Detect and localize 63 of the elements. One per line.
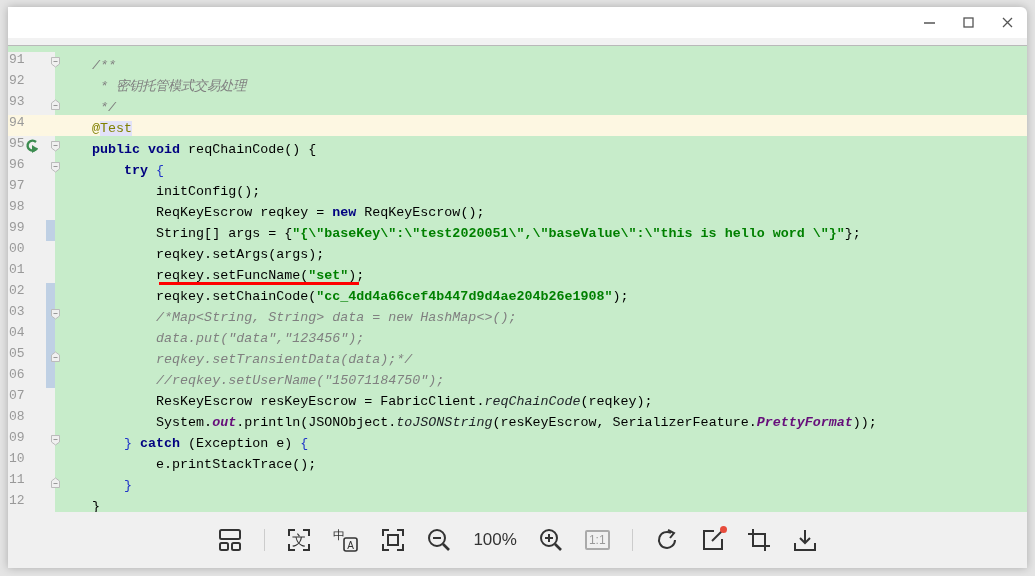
fold-marker[interactable] xyxy=(51,141,60,152)
code-line: /*Map<String, String> data = new HashMap<>(); xyxy=(156,309,517,327)
fold-marker[interactable] xyxy=(51,351,60,362)
code-line: } xyxy=(124,477,133,495)
fold-marker[interactable] xyxy=(51,57,60,68)
crop-icon[interactable] xyxy=(746,528,771,552)
fold-marker[interactable] xyxy=(51,435,60,446)
fit-screen-icon[interactable] xyxy=(381,528,406,552)
code-line: /** xyxy=(92,57,117,75)
code-line: String[] args = {"{\"baseKey\":\"test2020051\",\"baseValue\":\"this is hello word \"}"}; xyxy=(156,225,861,243)
close-icon[interactable] xyxy=(1002,17,1013,28)
code-line: try { xyxy=(124,162,165,180)
code-line: } catch (Exception e) { xyxy=(124,435,309,453)
fold-marker[interactable] xyxy=(51,162,60,173)
code-line: ResKeyEscrow resKeyEscrow = FabricClient.reqChainCode(reqkey); xyxy=(156,393,653,411)
fold-marker[interactable] xyxy=(51,477,60,488)
download-icon[interactable] xyxy=(792,528,817,552)
line-number: 10 xyxy=(9,451,25,466)
code-line: */ xyxy=(100,99,117,117)
edit-icon[interactable] xyxy=(700,528,725,552)
code-line: ReqKeyEscrow reqkey = new ReqKeyEscrow(); xyxy=(156,204,485,222)
line-number: 94 xyxy=(9,115,25,130)
line-number: 08 xyxy=(9,409,25,424)
zoom-level: 100% xyxy=(473,530,517,550)
line-number: 96 xyxy=(9,157,25,172)
line-number: 12 xyxy=(9,493,25,508)
line-number: 95 xyxy=(9,136,25,151)
code-line: initConfig(); xyxy=(156,183,261,201)
code-line: reqkey.setFuncName("set"); xyxy=(156,267,365,286)
code-line: * 密钥托管模式交易处理 xyxy=(100,78,247,96)
line-number: 09 xyxy=(9,430,25,445)
line-number: 91 xyxy=(9,52,25,67)
line-number: 03 xyxy=(9,304,25,319)
code-line: e.printStackTrace(); xyxy=(156,456,317,474)
line-number: 04 xyxy=(9,325,25,340)
line-number: 02 xyxy=(9,283,25,298)
code-line: //reqkey.setUserName("15071184750"); xyxy=(156,372,445,390)
line-number: 92 xyxy=(9,73,25,88)
code-line: data.put("data","123456"); xyxy=(156,330,365,348)
maximize-icon[interactable] xyxy=(963,17,974,28)
code-line: System.out.println(JSONObject.toJSONString(resKeyEscrow, SerializerFeature.PrettyFormat)); xyxy=(156,414,877,432)
run-icon[interactable] xyxy=(25,139,41,154)
line-number: 98 xyxy=(9,199,25,214)
line-number: 99 xyxy=(9,220,25,235)
zoom-out-icon[interactable] xyxy=(427,528,452,552)
fold-marker[interactable] xyxy=(51,99,60,110)
line-number: 93 xyxy=(9,94,25,109)
line-number: 06 xyxy=(9,367,25,382)
code-line: reqkey.setChainCode("cc_4dd4a66cef4b447d9d4ae204b26e1908"); xyxy=(156,288,629,306)
code-line: reqkey.setArgs(args); xyxy=(156,246,325,264)
code-line: reqkey.setTransientData(data);*/ xyxy=(156,351,413,369)
line-number: 00 xyxy=(9,241,25,256)
zoom-in-icon[interactable] xyxy=(538,528,563,552)
fold-marker[interactable] xyxy=(51,309,60,320)
line-number: 01 xyxy=(9,262,25,277)
line-number: 97 xyxy=(9,178,25,193)
code-line: } xyxy=(92,498,101,512)
code-line: @Test xyxy=(92,120,133,138)
line-number: 07 xyxy=(9,388,25,403)
line-number: 05 xyxy=(9,346,25,361)
code-line: public void reqChainCode() { xyxy=(92,141,317,159)
layout-icon[interactable] xyxy=(218,528,243,552)
line-number: 11 xyxy=(9,472,25,487)
